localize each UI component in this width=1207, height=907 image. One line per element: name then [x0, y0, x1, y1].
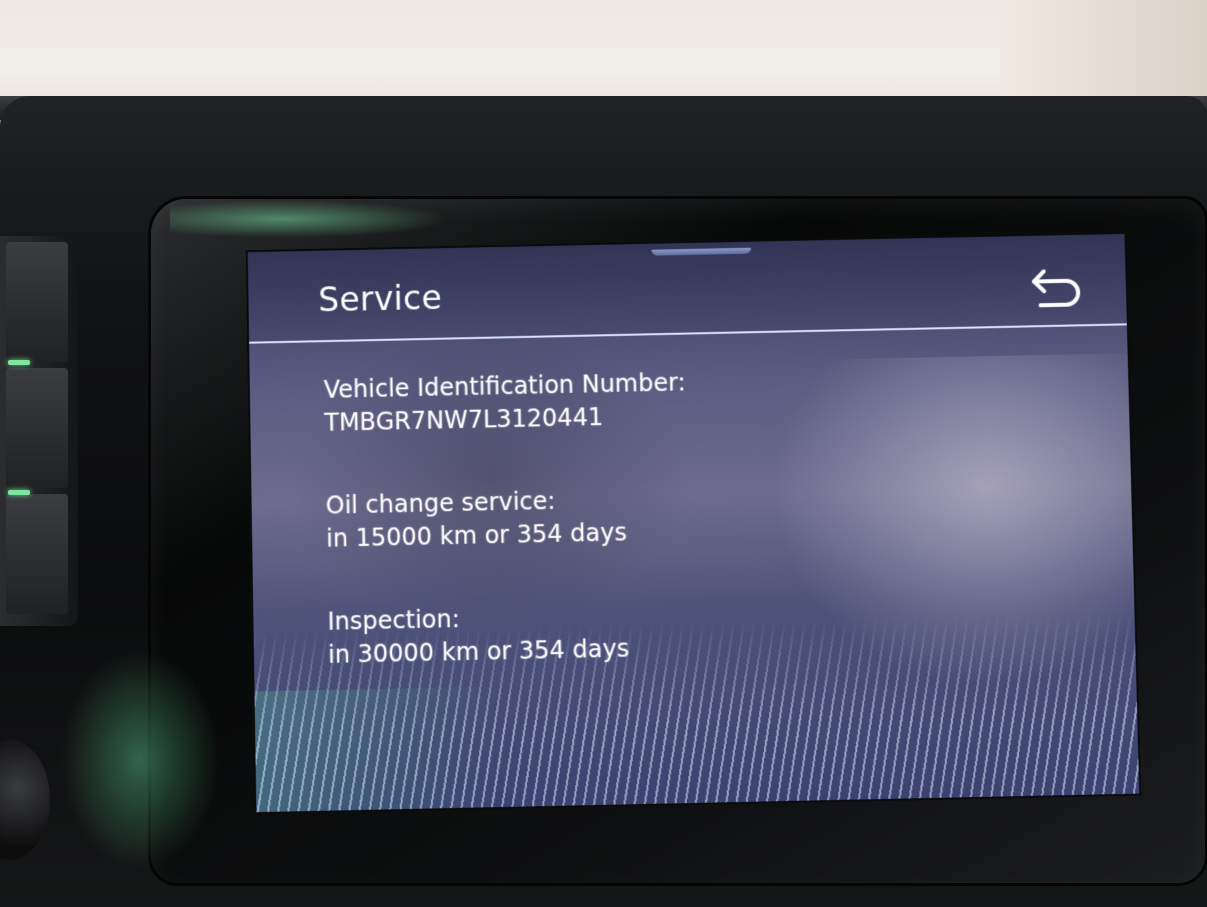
back-arrow-icon — [1024, 267, 1085, 312]
bezel-reflection — [170, 200, 450, 238]
side-button-panel — [0, 236, 78, 626]
side-button-1[interactable] — [6, 242, 68, 362]
page-title: Service — [317, 277, 443, 320]
side-button-2[interactable] — [6, 368, 68, 488]
back-button[interactable] — [1024, 267, 1085, 312]
indicator-led — [8, 490, 30, 495]
infotainment-screen: Service Vehicle Identification Number: T… — [245, 231, 1142, 815]
oil-change-value: in 15000 km or 354 days — [325, 518, 628, 553]
bezel-reflection — [60, 650, 220, 870]
indicator-led — [8, 360, 30, 365]
oil-change-section: Oil change service: in 15000 km or 354 d… — [325, 483, 627, 555]
background-wall — [1000, 0, 1207, 110]
inspection-value: in 30000 km or 354 days — [327, 634, 630, 669]
photo-scene: Service Vehicle Identification Number: T… — [0, 0, 1207, 907]
inspection-section: Inspection: in 30000 km or 354 days — [327, 599, 629, 671]
side-button-3[interactable] — [6, 494, 68, 614]
vin-section: Vehicle Identification Number: TMBGR7NW7… — [323, 366, 686, 439]
